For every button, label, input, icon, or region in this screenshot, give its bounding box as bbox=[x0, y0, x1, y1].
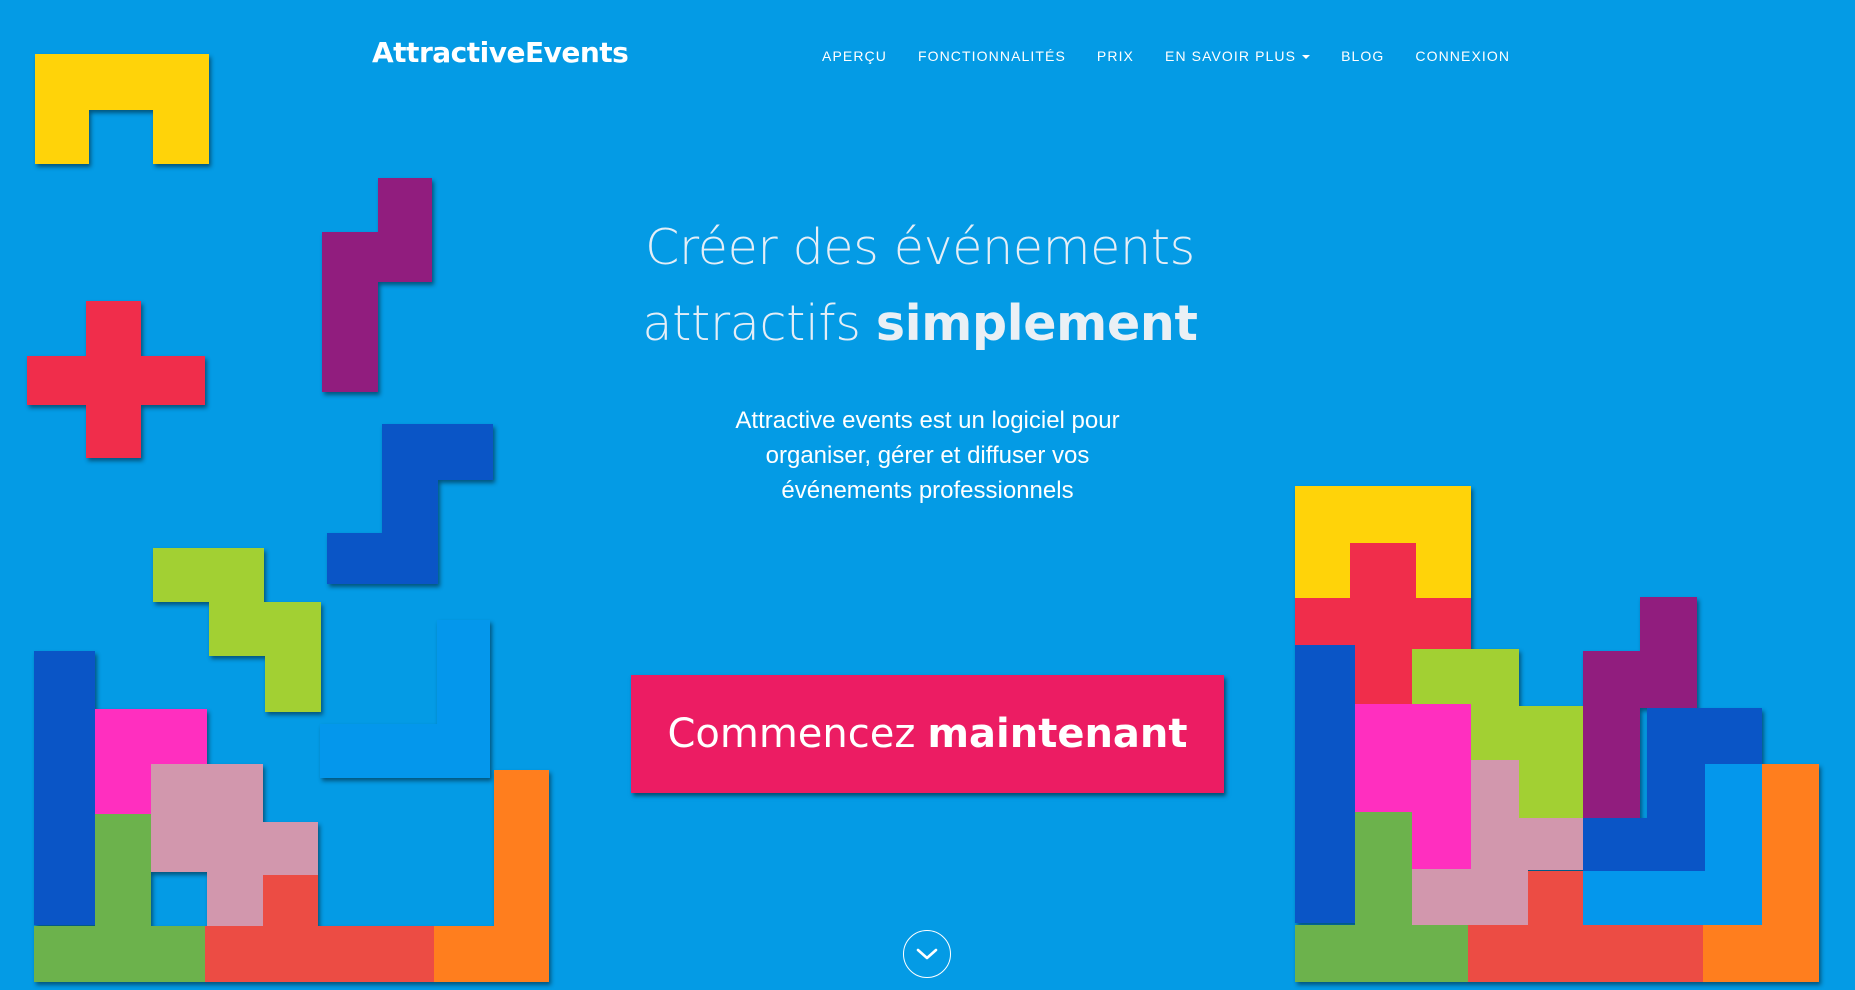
tetris-piece-red-plus bbox=[27, 301, 205, 458]
tetris-piece-yellow-top bbox=[35, 54, 209, 164]
hero-title-bold: simplement bbox=[875, 295, 1198, 352]
nav-item-en-savoir-plus-label: EN SAVOIR PLUS bbox=[1165, 48, 1297, 64]
start-now-button[interactable]: Commencez maintenant bbox=[631, 675, 1224, 793]
tetris-piece-purple bbox=[322, 178, 432, 392]
hero-title: Créer des événements attractifs simpleme… bbox=[560, 210, 1280, 362]
scroll-down-button[interactable] bbox=[903, 930, 951, 978]
tetris-piece-dark-blue bbox=[327, 424, 493, 584]
tetris-stack-right bbox=[1295, 486, 1819, 982]
cta-bold-text: maintenant bbox=[927, 711, 1188, 757]
nav-item-en-savoir-plus[interactable]: EN SAVOIR PLUS bbox=[1165, 48, 1311, 64]
cta-light-text: Commencez bbox=[667, 711, 916, 757]
nav-item-fonctionnalites[interactable]: FONCTIONNALITÉS bbox=[918, 48, 1066, 64]
nav-item-blog[interactable]: BLOG bbox=[1341, 48, 1384, 64]
chevron-down-icon bbox=[916, 948, 938, 960]
nav-item-connexion[interactable]: CONNEXION bbox=[1415, 48, 1510, 64]
caret-down-icon bbox=[1302, 55, 1311, 59]
hero-title-line1: Créer des événements bbox=[645, 219, 1195, 276]
hero-title-light: attractifs bbox=[642, 295, 861, 352]
brand-logo[interactable]: AttractiveEvents bbox=[372, 36, 629, 69]
hero-subtitle: Attractive events est un logiciel pour o… bbox=[735, 407, 1120, 504]
tetris-piece-light-green bbox=[153, 548, 321, 712]
main-nav: APERÇU FONCTIONNALITÉS PRIX EN SAVOIR PL… bbox=[822, 48, 1510, 64]
nav-item-apercu[interactable]: APERÇU bbox=[822, 48, 887, 64]
nav-item-prix[interactable]: PRIX bbox=[1097, 48, 1134, 64]
tetris-piece-bright-blue bbox=[320, 620, 490, 778]
